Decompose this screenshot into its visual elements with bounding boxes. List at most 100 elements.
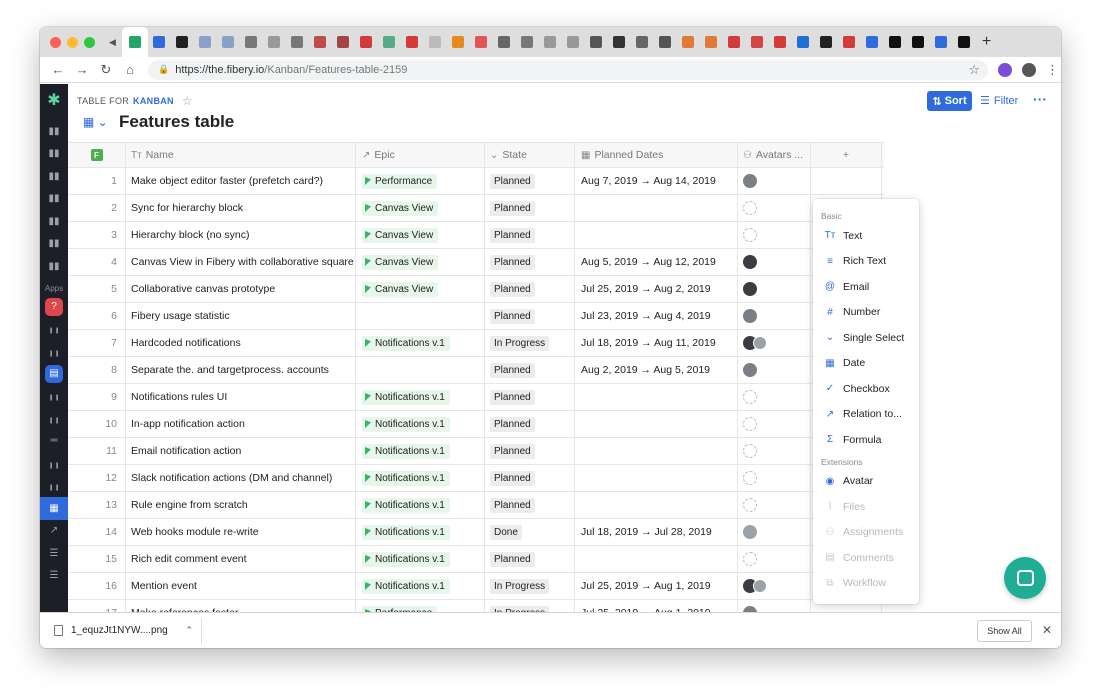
avatars-cell[interactable] [738, 195, 811, 221]
browser-tab[interactable] [447, 27, 470, 57]
avatars-cell[interactable] [738, 168, 811, 194]
browser-tab[interactable] [769, 27, 792, 57]
field-type-avatar[interactable]: ◉ Avatar [813, 469, 919, 495]
table-row[interactable]: 4 Canvas View in Fibery with collaborativ… [68, 249, 884, 276]
sidebar-view-icon[interactable]: ▮▮ [40, 120, 68, 143]
avatar[interactable] [743, 201, 757, 215]
sidebar-list-icon[interactable]: ☰ [40, 542, 68, 565]
planned-dates-cell[interactable]: Aug 5, 2019 → Aug 12, 2019 [575, 249, 738, 275]
browser-tab[interactable] [953, 27, 976, 57]
browser-tab[interactable] [121, 27, 148, 57]
avatars-cell[interactable] [738, 573, 811, 599]
table-row[interactable]: 15 Rich edit comment event Notifications v… [68, 546, 884, 573]
profile-avatar[interactable] [1022, 62, 1036, 77]
name-cell[interactable]: Canvas View in Fibery with collaborative… [126, 249, 356, 275]
url-input[interactable]: 🔒 https://the.fibery.io/Kanban/Features-… [148, 59, 988, 80]
table-row[interactable]: 5 Collaborative canvas prototype Canvas Vi… [68, 276, 884, 303]
browser-tab[interactable] [401, 27, 424, 57]
browser-tab[interactable] [309, 27, 332, 57]
avatar[interactable] [743, 282, 757, 296]
field-type-email[interactable]: @ Email [813, 274, 919, 300]
sidebar-view-icon[interactable]: ▮▮ [40, 188, 68, 211]
browser-tab[interactable] [240, 27, 263, 57]
browser-tab[interactable] [930, 27, 953, 57]
field-type-checkbox[interactable]: ✓ Checkbox [813, 376, 919, 402]
epic-tag[interactable]: Notifications v.1 [362, 497, 450, 513]
filter-button[interactable]: ☰ Filter [980, 94, 1018, 108]
planned-dates-cell[interactable]: Jul 25, 2019 → Aug 1, 2019 [575, 573, 738, 599]
epic-tag[interactable]: Notifications v.1 [362, 416, 450, 432]
epic-cell[interactable]: Canvas View [356, 195, 485, 221]
epic-cell[interactable]: Canvas View [356, 222, 485, 248]
sidebar-board-icon[interactable]: ╻╻ [40, 340, 68, 363]
table-row[interactable]: 10 In-app notification action Notification… [68, 411, 884, 438]
name-cell[interactable]: Rule engine from scratch [126, 492, 356, 518]
browser-tab[interactable] [148, 27, 171, 57]
avatar[interactable] [743, 417, 757, 431]
table-row[interactable]: 9 Notifications rules UI Notifications v.1… [68, 384, 884, 411]
sidebar-board-icon[interactable]: ╻╻ [40, 407, 68, 430]
table-row[interactable]: 14 Web hooks module re-write Notifications… [68, 519, 884, 546]
epic-tag[interactable]: Notifications v.1 [362, 389, 450, 405]
planned-dates-cell[interactable] [575, 195, 738, 221]
epic-tag[interactable]: Canvas View [362, 281, 439, 297]
extension-icon[interactable] [998, 62, 1012, 77]
name-cell[interactable]: In-app notification action [126, 411, 356, 437]
field-type-text[interactable]: Tт Text [813, 223, 919, 249]
state-cell[interactable]: Planned [485, 546, 575, 572]
browser-tab[interactable] [907, 27, 930, 57]
close-window-button[interactable] [50, 36, 61, 48]
state-cell[interactable]: Planned [485, 357, 575, 383]
sidebar-table-icon[interactable]: ▦ [40, 497, 68, 520]
sidebar-board-icon[interactable]: ╻╻ [40, 452, 68, 475]
state-cell[interactable]: Planned [485, 492, 575, 518]
epic-tag[interactable]: Canvas View [362, 254, 439, 270]
name-cell[interactable]: Mention event [126, 573, 356, 599]
name-cell[interactable]: Collaborative canvas prototype [126, 276, 356, 302]
view-type-switcher-icon[interactable]: ▦ ⌄ [83, 115, 108, 129]
browser-tab[interactable] [631, 27, 654, 57]
column-header-state[interactable]: ⌄ State [485, 143, 575, 167]
avatar[interactable] [743, 552, 757, 566]
table-row[interactable]: 11 Email notification action Notifications… [68, 438, 884, 465]
field-type-date[interactable]: ▦ Date [813, 351, 919, 377]
avatar[interactable] [743, 255, 757, 269]
browser-tab[interactable] [838, 27, 861, 57]
avatar[interactable] [743, 174, 757, 188]
planned-dates-cell[interactable] [575, 438, 738, 464]
browser-tab[interactable] [700, 27, 723, 57]
browser-tab[interactable] [171, 27, 194, 57]
planned-dates-cell[interactable]: Jul 23, 2019 → Aug 4, 2019 [575, 303, 738, 329]
field-type-formula[interactable]: Σ Formula [813, 427, 919, 453]
favorite-star-icon[interactable]: ☆ [182, 94, 193, 108]
epic-cell[interactable]: Notifications v.1 [356, 438, 485, 464]
field-type-rich-text[interactable]: ≡ Rich Text [813, 249, 919, 275]
avatar-group[interactable] [743, 336, 767, 350]
sidebar-timeline-icon[interactable]: ═ [40, 430, 68, 453]
name-cell[interactable]: Web hooks module re-write [126, 519, 356, 545]
epic-cell[interactable]: Canvas View [356, 276, 485, 302]
name-cell[interactable]: Email notification action [126, 438, 356, 464]
table-row[interactable]: 16 Mention event Notifications v.1 In Progr… [68, 573, 884, 600]
avatar[interactable] [743, 363, 757, 377]
browser-tab[interactable] [723, 27, 746, 57]
epic-cell[interactable] [356, 303, 485, 329]
browser-tab[interactable] [194, 27, 217, 57]
browser-tab[interactable] [470, 27, 493, 57]
browser-tab[interactable] [585, 27, 608, 57]
avatars-cell[interactable] [738, 330, 811, 356]
column-header-name[interactable]: Tт Name [126, 143, 356, 167]
avatar[interactable] [743, 390, 757, 404]
epic-tag[interactable]: Notifications v.1 [362, 551, 450, 567]
epic-tag[interactable]: Notifications v.1 [362, 524, 450, 540]
browser-tab[interactable] [424, 27, 447, 57]
name-cell[interactable]: Notifications rules UI [126, 384, 356, 410]
avatar-group[interactable] [743, 579, 767, 593]
sidebar-board-icon[interactable]: ╻╻ [40, 318, 68, 341]
sidebar-view-icon[interactable]: ▮▮ [40, 165, 68, 188]
table-row[interactable]: 1 Make object editor faster (prefetch car… [68, 168, 884, 195]
table-row[interactable]: 6 Fibery usage statistic Planned Jul 23, 20… [68, 303, 884, 330]
planned-dates-cell[interactable] [575, 384, 738, 410]
state-cell[interactable]: Planned [485, 276, 575, 302]
close-icon[interactable]: ✕ [1042, 623, 1052, 637]
